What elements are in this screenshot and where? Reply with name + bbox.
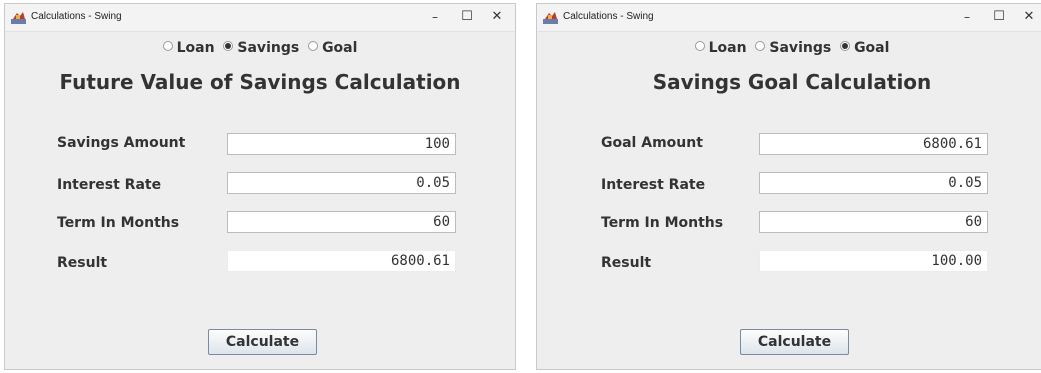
radio-button-icon [162, 41, 173, 51]
radio-label: Savings [769, 40, 832, 56]
java-app-icon [543, 12, 558, 24]
mode-radio-group: Loan Savings Goal [537, 40, 1041, 56]
radio-loan[interactable]: Loan [162, 40, 215, 56]
radio-goal[interactable]: Goal [840, 40, 889, 56]
calculate-button[interactable]: Calculate [740, 329, 849, 355]
radio-loan[interactable]: Loan [694, 40, 747, 56]
window-title: Calculations - Swing [31, 11, 122, 22]
radio-label: Loan [708, 40, 747, 56]
interest-rate-label: Interest Rate [601, 177, 706, 193]
page-title: Savings Goal Calculation [652, 70, 932, 94]
savings-amount-label: Savings Amount [57, 135, 186, 151]
radio-label: Loan [176, 40, 215, 56]
radio-button-icon [755, 41, 766, 51]
page-title: Future Value of Savings Calculation [59, 70, 461, 94]
interest-rate-input[interactable]: 0.05 [227, 172, 456, 194]
minimize-icon[interactable]: – [421, 7, 449, 27]
result-field: 6800.61 [227, 250, 456, 272]
maximize-icon[interactable]: ☐ [985, 7, 1013, 27]
radio-goal[interactable]: Goal [308, 40, 357, 56]
title-bar[interactable]: Calculations - Swing – ☐ ✕ [5, 4, 515, 32]
minimize-icon[interactable]: – [953, 7, 981, 27]
term-months-input[interactable]: 60 [759, 211, 988, 233]
java-app-icon [11, 12, 26, 24]
term-months-label: Term In Months [57, 215, 180, 231]
radio-button-checked-icon [223, 41, 234, 51]
goal-amount-label: Goal Amount [601, 135, 703, 151]
term-months-input[interactable]: 60 [227, 211, 456, 233]
result-label: Result [57, 255, 108, 271]
result-label: Result [601, 255, 652, 271]
result-field: 100.00 [759, 250, 988, 272]
radio-label: Savings [237, 40, 300, 56]
goal-amount-input[interactable]: 6800.61 [759, 133, 988, 155]
radio-savings[interactable]: Savings [755, 40, 831, 56]
close-icon[interactable]: ✕ [1015, 7, 1041, 27]
interest-rate-input[interactable]: 0.05 [759, 172, 988, 194]
interest-rate-label: Interest Rate [57, 177, 162, 193]
close-icon[interactable]: ✕ [483, 7, 511, 27]
radio-button-icon [308, 41, 319, 51]
radio-label: Goal [322, 40, 358, 56]
mode-radio-group: Loan Savings Goal [5, 40, 515, 56]
radio-label: Goal [854, 40, 890, 56]
savings-amount-input[interactable]: 100 [227, 133, 456, 155]
window-title: Calculations - Swing [563, 11, 654, 22]
goal-window: Calculations - Swing – ☐ ✕ Loan Savings … [536, 3, 1041, 370]
radio-button-icon [694, 41, 705, 51]
radio-button-checked-icon [840, 41, 851, 51]
radio-savings[interactable]: Savings [223, 40, 299, 56]
term-months-label: Term In Months [601, 215, 724, 231]
calculate-button[interactable]: Calculate [208, 329, 317, 355]
maximize-icon[interactable]: ☐ [453, 7, 481, 27]
savings-window: Calculations - Swing – ☐ ✕ Loan Savings … [4, 3, 516, 370]
title-bar[interactable]: Calculations - Swing – ☐ ✕ [537, 4, 1041, 32]
